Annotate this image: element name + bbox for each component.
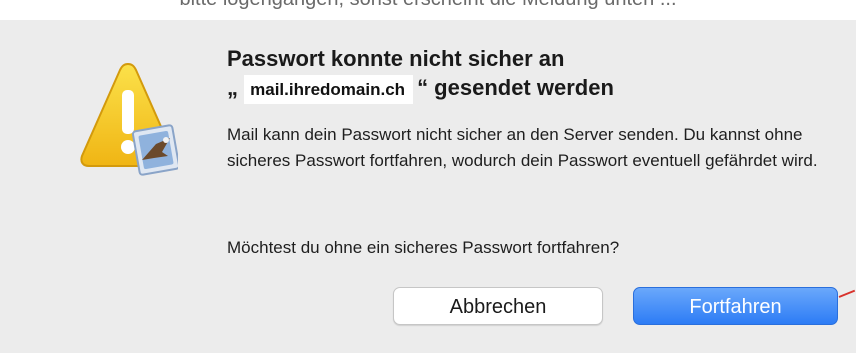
alert-dialog: Passwort konnte nicht sicher an „ mail.i… [0,20,856,353]
title-quote-close: “ [417,75,429,100]
title-quote-open: „ [227,75,238,100]
title-line-2-rest: gesendet werden [428,75,614,100]
cancel-button[interactable]: Abbrechen [393,287,603,325]
warning-triangle-icon [80,62,178,176]
continue-button[interactable]: Fortfahren [633,287,838,325]
dialog-question: Möchtest du ohne ein sicheres Passwort f… [227,238,620,257]
title-domain: mail.ihredomain.ch [244,75,414,104]
title-line-1: Passwort konnte nicht sicher an [227,46,565,71]
top-strip: bitte logengangen, sonst erscheint die M… [0,0,856,20]
mail-stamp-eagle-icon [131,124,178,176]
title-line-2: „ mail.ihredomain.ch “ gesendet werden [227,73,827,104]
dialog-title: Passwort konnte nicht sicher an „ mail.i… [227,44,827,104]
dialog-message: Mail kann dein Passwort nicht sicher an … [227,125,818,170]
annotation-pointer-line [838,289,856,298]
top-caption: bitte logengangen, sonst erscheint die M… [0,0,856,11]
